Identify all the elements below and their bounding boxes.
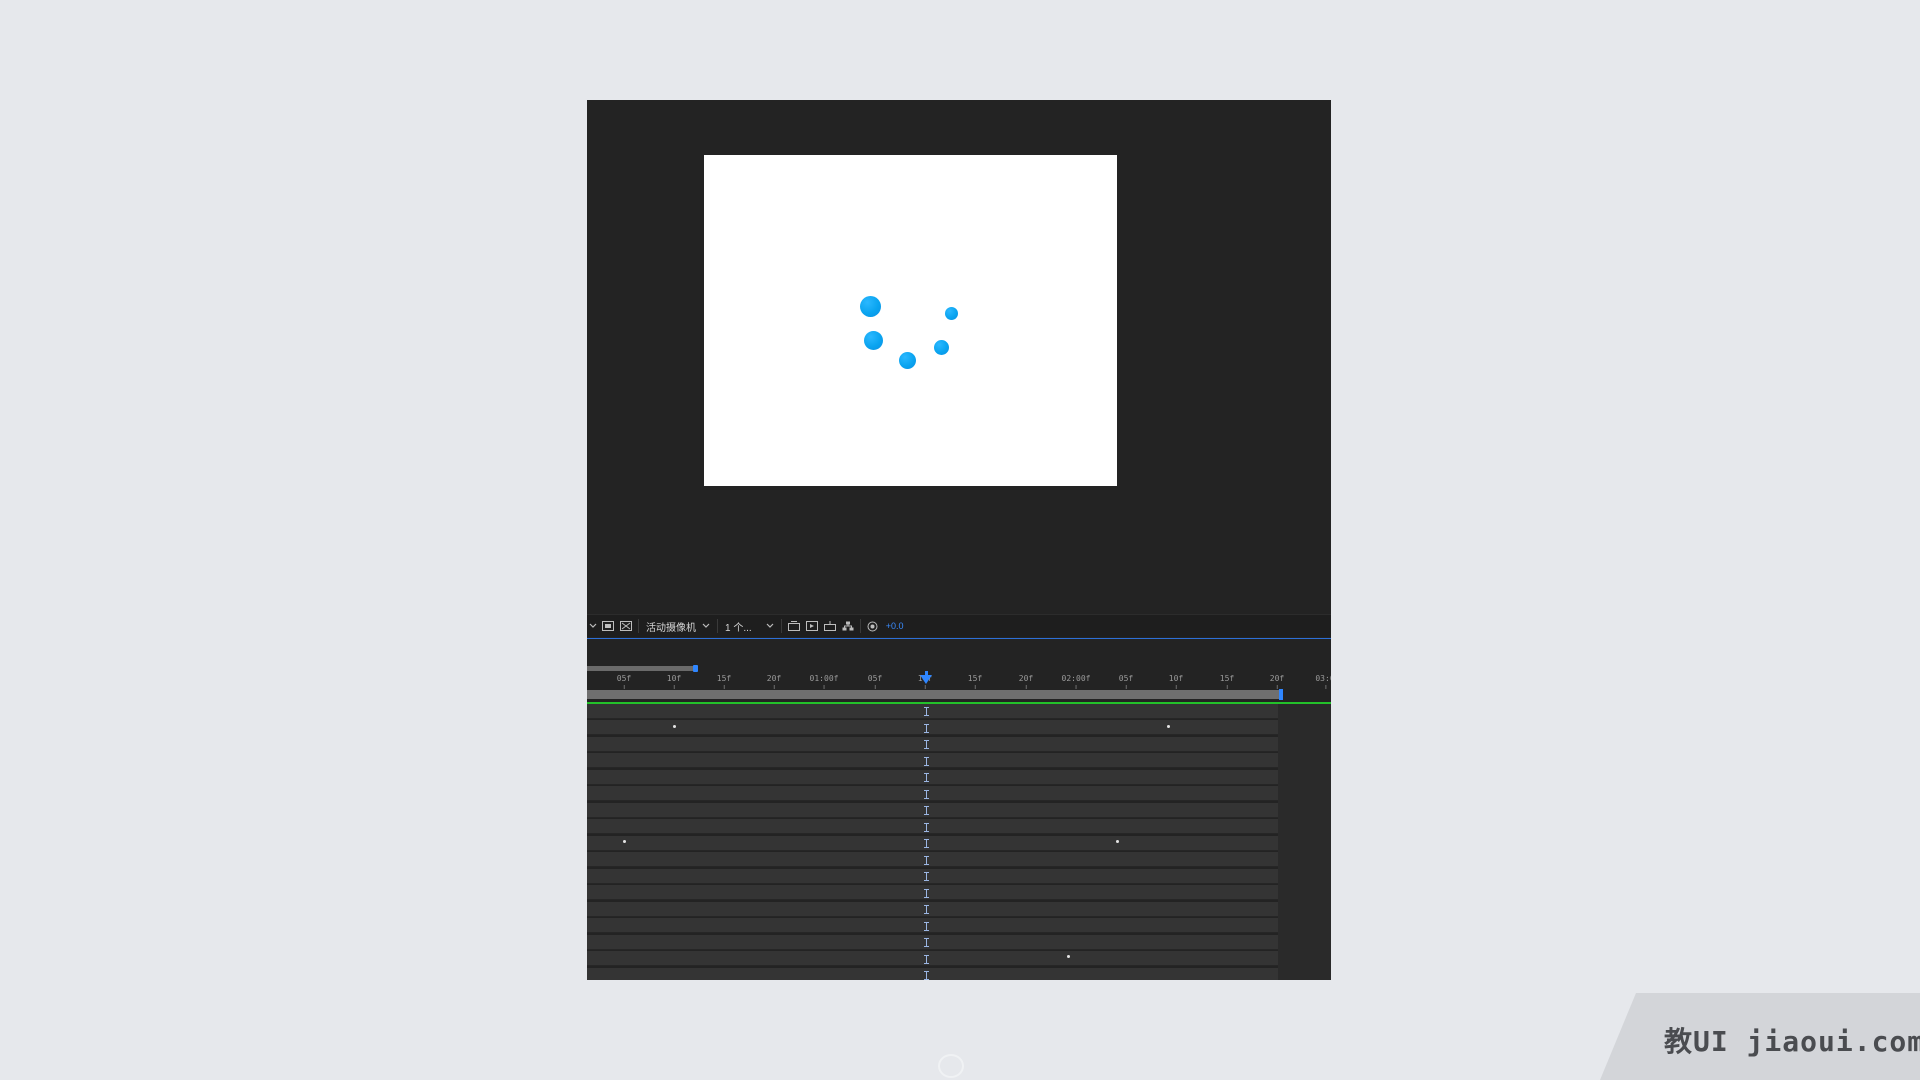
layer-rows xyxy=(587,704,1331,980)
time-ruler[interactable]: 05f 10f 15f 20f 01:00f 05f 10f 15f 20f 0… xyxy=(587,674,1331,689)
work-area-bar[interactable] xyxy=(587,690,1281,699)
playhead-handle[interactable] xyxy=(920,675,932,684)
keyframe[interactable] xyxy=(1167,725,1170,728)
fast-previews-icon[interactable] xyxy=(805,619,819,633)
blue-dot[interactable] xyxy=(860,296,881,317)
ruler-tick: 20f xyxy=(1269,674,1285,689)
exposure-reset-icon[interactable] xyxy=(866,619,880,633)
layer-row[interactable] xyxy=(587,704,1278,719)
view-layout-select[interactable]: 1 个... xyxy=(721,619,778,634)
view-layout-label: 1 个... xyxy=(725,622,752,634)
toolbar-divider xyxy=(638,619,639,633)
camera-select[interactable]: 活动摄像机 xyxy=(642,619,714,634)
layer-row[interactable] xyxy=(587,737,1278,752)
after-effects-window: 活动摄像机 1 个... +0.0 05f 10f 15f 20f 01:00f… xyxy=(587,100,1331,980)
chevron-down-icon xyxy=(766,623,774,628)
exposure-value[interactable]: +0.0 xyxy=(886,621,904,631)
blue-dot[interactable] xyxy=(945,307,958,320)
playhead-marker xyxy=(923,955,930,964)
layer-row[interactable] xyxy=(587,753,1278,768)
layer-row[interactable] xyxy=(587,935,1278,950)
ruler-tick: 15f xyxy=(716,674,732,689)
playhead-marker xyxy=(923,856,930,865)
beyond-work-area xyxy=(1278,704,1331,980)
work-area-end-handle[interactable] xyxy=(1279,689,1283,700)
viewer-toolbar: 活动摄像机 1 个... +0.0 xyxy=(587,614,1331,637)
toggle-pixel-aspect-icon[interactable] xyxy=(787,619,801,633)
time-navigator-bar[interactable] xyxy=(587,666,695,671)
ruler-tick: 01:00f xyxy=(809,674,839,689)
layer-row[interactable] xyxy=(587,770,1278,785)
toolbar-divider xyxy=(780,619,782,633)
ruler-tick: 05f xyxy=(616,674,632,689)
timeline-panel-icon[interactable] xyxy=(823,619,837,633)
layer-row[interactable] xyxy=(587,819,1278,834)
transparency-grid-icon[interactable] xyxy=(619,619,633,633)
layer-row[interactable] xyxy=(587,951,1278,966)
layer-row[interactable] xyxy=(587,885,1278,900)
keyframe[interactable] xyxy=(673,725,676,728)
region-of-interest-icon[interactable] xyxy=(601,619,615,633)
chevron-down-icon[interactable] xyxy=(587,618,599,634)
playhead-marker xyxy=(923,790,930,799)
toolbar-divider xyxy=(859,619,861,633)
layer-row[interactable] xyxy=(587,869,1278,884)
chevron-down-icon xyxy=(702,623,710,628)
layer-row[interactable] xyxy=(587,902,1278,917)
layer-row[interactable] xyxy=(587,786,1278,801)
keyframe[interactable] xyxy=(1067,955,1070,958)
ruler-tick: 15f xyxy=(967,674,983,689)
keyframe[interactable] xyxy=(1116,840,1119,843)
ruler-tick: 15f xyxy=(1219,674,1235,689)
playhead-markers xyxy=(923,704,930,980)
ruler-tick: 10f xyxy=(666,674,682,689)
playhead-marker xyxy=(923,872,930,881)
composition-viewer[interactable] xyxy=(587,100,1331,614)
ruler-tick: 10f xyxy=(1168,674,1184,689)
flowchart-icon[interactable] xyxy=(841,619,855,633)
layer-row[interactable] xyxy=(587,720,1278,735)
composition-canvas[interactable] xyxy=(704,155,1117,486)
ruler-tick: 02:00f xyxy=(1061,674,1091,689)
playhead-marker xyxy=(923,823,930,832)
playhead-marker xyxy=(923,724,930,733)
site-watermark: 教UI jiaoui.com xyxy=(1600,993,1920,1080)
keyframe[interactable] xyxy=(623,840,626,843)
ruler-tick: 20f xyxy=(1018,674,1034,689)
toolbar-divider xyxy=(717,619,718,633)
watermark-text: 教UI jiaoui.com xyxy=(1664,1025,1920,1058)
weibo-watermark-icon xyxy=(938,1054,964,1078)
playhead-marker xyxy=(923,971,930,980)
ruler-tick: 03:0 xyxy=(1315,674,1331,689)
layer-row[interactable] xyxy=(587,803,1278,818)
ruler-tick: 05f xyxy=(1118,674,1134,689)
blue-dot[interactable] xyxy=(934,340,949,355)
playhead-marker xyxy=(923,757,930,766)
camera-select-label: 活动摄像机 xyxy=(646,622,696,634)
playhead-marker xyxy=(923,707,930,716)
playhead-marker xyxy=(923,938,930,947)
playhead-marker xyxy=(923,889,930,898)
layer-row[interactable] xyxy=(587,852,1278,867)
playhead-marker xyxy=(923,922,930,931)
layer-row[interactable] xyxy=(587,968,1278,980)
timeline-panel: 05f 10f 15f 20f 01:00f 05f 10f 15f 20f 0… xyxy=(587,639,1331,980)
layer-row[interactable] xyxy=(587,918,1278,933)
time-navigator-handle[interactable] xyxy=(693,665,698,672)
playhead-marker xyxy=(923,806,930,815)
layer-row[interactable] xyxy=(587,836,1278,851)
blue-dot[interactable] xyxy=(899,352,916,369)
playhead-marker xyxy=(923,740,930,749)
ruler-tick: 20f xyxy=(766,674,782,689)
playhead-marker xyxy=(923,905,930,914)
blue-dot[interactable] xyxy=(864,331,883,350)
playhead-marker xyxy=(923,839,930,848)
ruler-tick: 05f xyxy=(867,674,883,689)
playhead-marker xyxy=(923,773,930,782)
